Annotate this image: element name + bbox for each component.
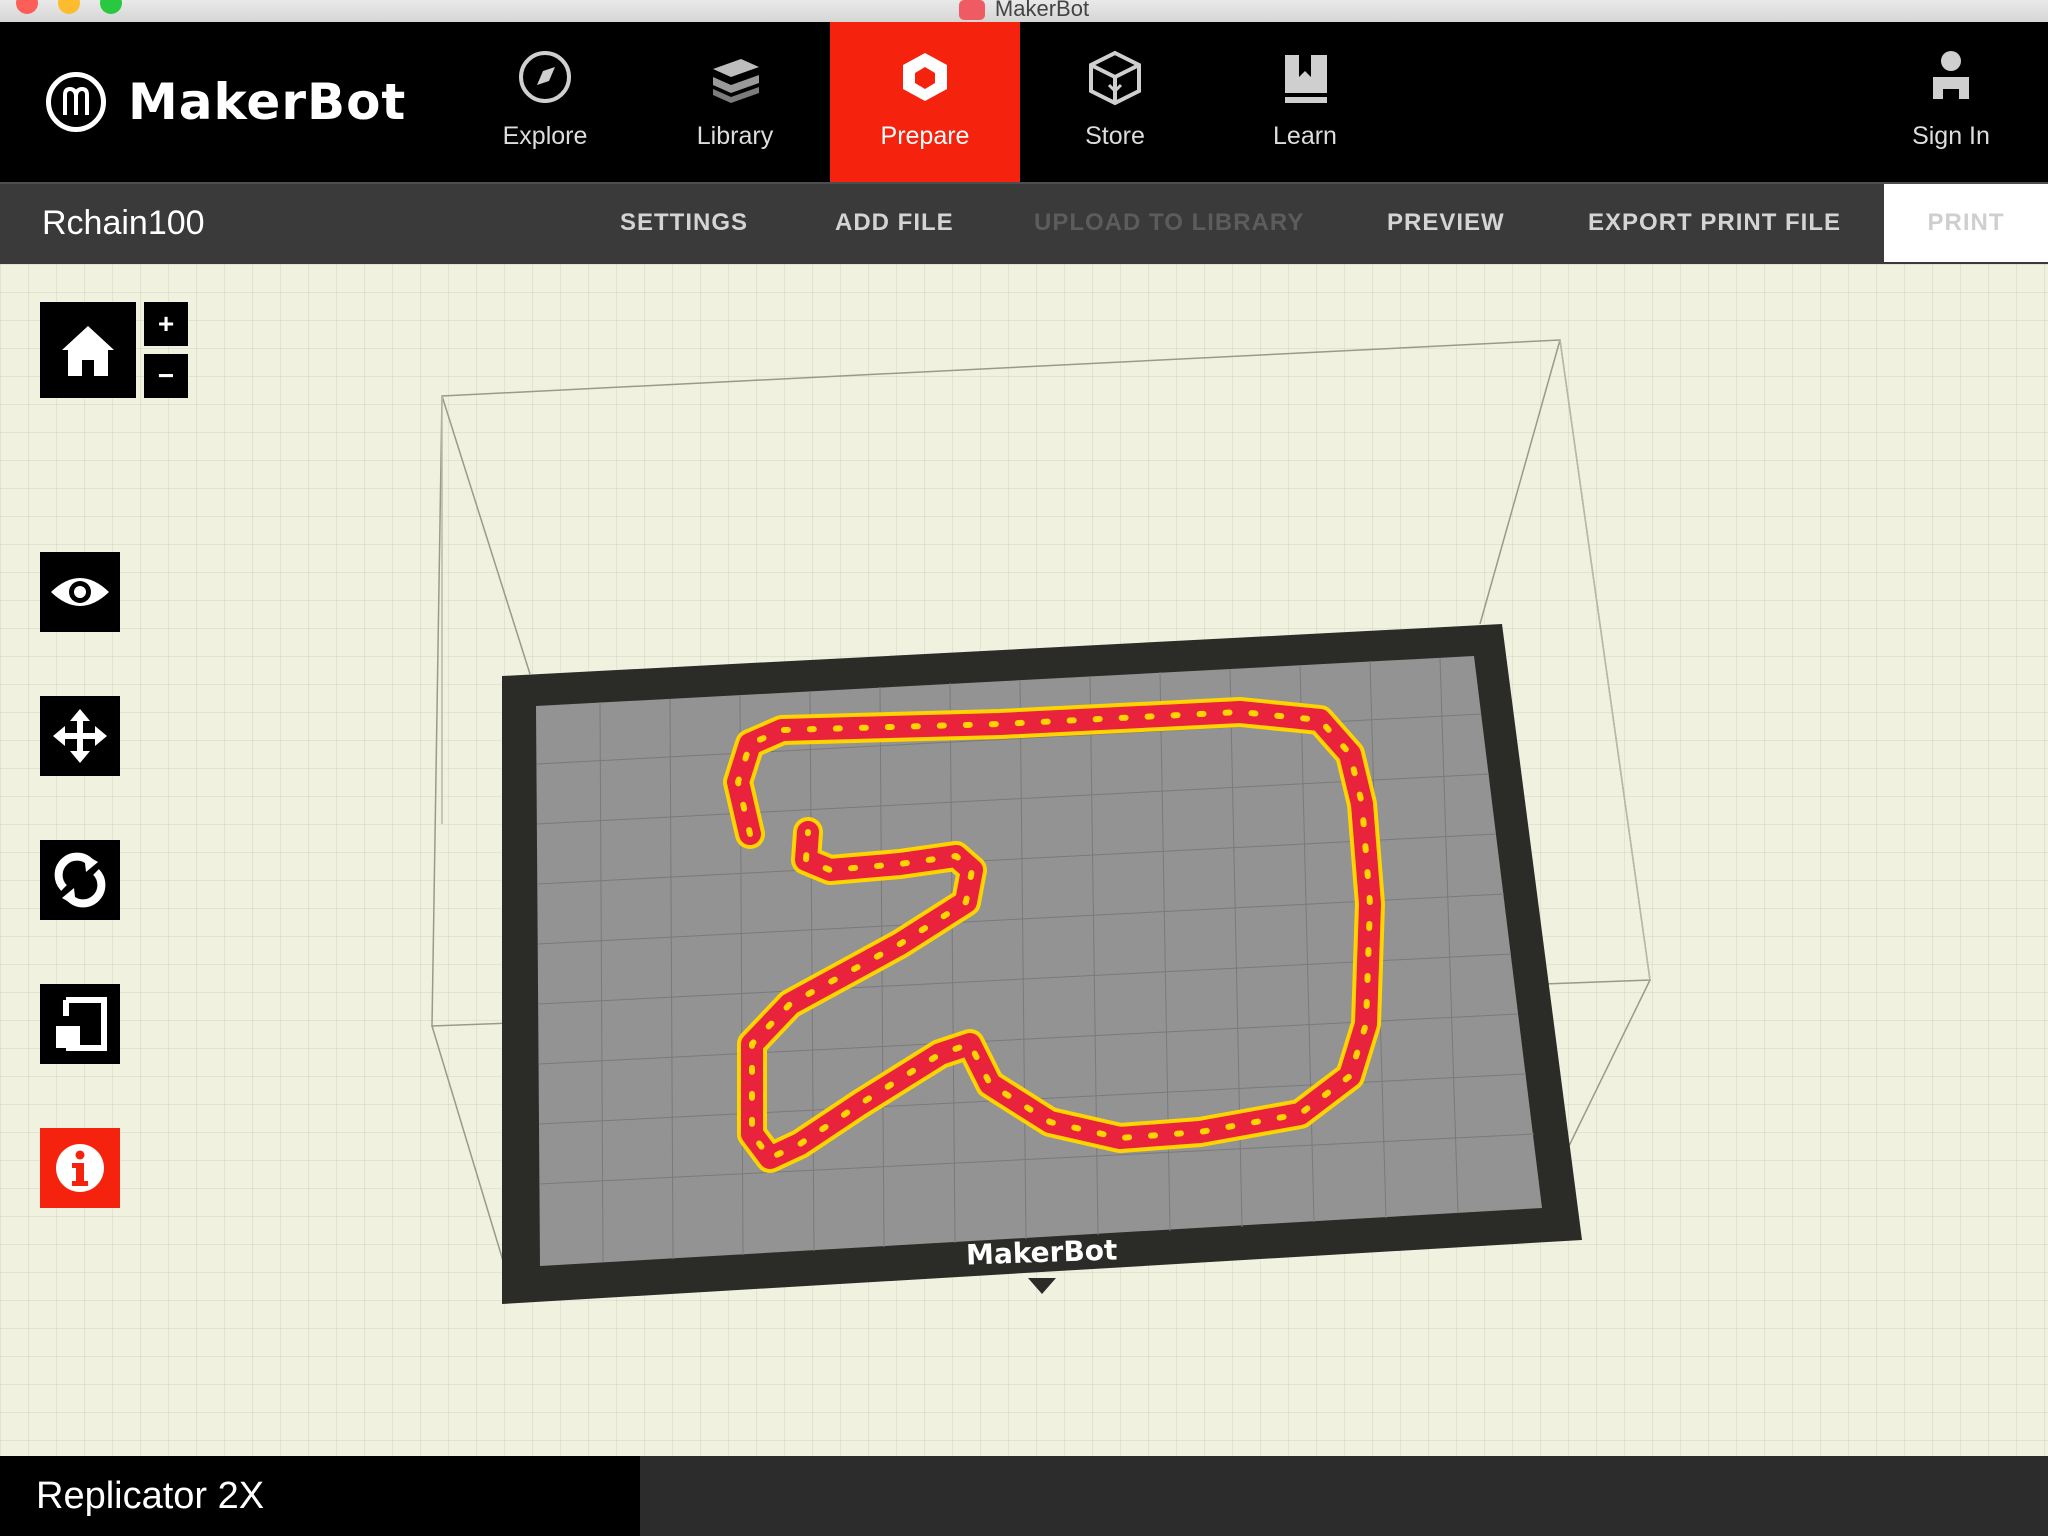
compass-icon bbox=[519, 51, 571, 103]
eye-icon bbox=[51, 578, 109, 606]
build-volume-scene: MakerBot bbox=[431, 339, 1651, 1304]
add-file-button[interactable]: ADD FILE bbox=[835, 209, 954, 237]
printer-name: Replicator 2X bbox=[36, 1474, 265, 1517]
rotate-icon bbox=[54, 852, 106, 908]
main-nav: MakerBot Explore Library Prepare Store L… bbox=[0, 22, 2048, 182]
nav-store[interactable]: Store bbox=[1020, 22, 1210, 182]
printer-selector[interactable]: Replicator 2X bbox=[0, 1456, 640, 1536]
move-tool-button[interactable] bbox=[40, 696, 120, 776]
nav-sign-in[interactable]: Sign In bbox=[1856, 22, 2046, 182]
nav-prepare-label: Prepare bbox=[880, 122, 970, 150]
move-icon bbox=[53, 709, 107, 763]
rotate-tool-button[interactable] bbox=[40, 840, 120, 920]
makerbot-logo-icon bbox=[46, 72, 106, 132]
settings-button[interactable]: SETTINGS bbox=[620, 209, 748, 237]
build-viewport[interactable]: MakerBot + − bbox=[0, 264, 2048, 1456]
project-toolbar: Rchain100 SETTINGS ADD FILE UPLOAD TO LI… bbox=[0, 182, 2048, 266]
build-plate-surface bbox=[536, 656, 1542, 1266]
home-icon bbox=[62, 326, 114, 376]
library-icon bbox=[713, 59, 759, 103]
scale-tool-button[interactable] bbox=[40, 984, 120, 1064]
nav-store-label: Store bbox=[1085, 122, 1145, 150]
view-tool-button[interactable] bbox=[40, 552, 120, 632]
book-icon bbox=[1285, 55, 1327, 103]
nav-sign-in-label: Sign In bbox=[1912, 122, 1990, 150]
upload-to-library-button[interactable]: UPLOAD TO LIBRARY bbox=[1034, 209, 1304, 237]
nav-explore-label: Explore bbox=[502, 122, 588, 150]
preview-button[interactable]: PREVIEW bbox=[1387, 209, 1505, 237]
build-plate-front-marker bbox=[1028, 1278, 1056, 1294]
nav-learn-label: Learn bbox=[1273, 122, 1337, 150]
prepare-icon bbox=[903, 53, 947, 101]
info-icon bbox=[56, 1144, 104, 1192]
nav-prepare[interactable]: Prepare bbox=[830, 22, 1020, 182]
project-name: Rchain100 bbox=[42, 204, 205, 242]
nav-library-label: Library bbox=[696, 122, 774, 150]
export-print-file-button[interactable]: EXPORT PRINT FILE bbox=[1588, 209, 1841, 237]
zoom-out-button[interactable]: − bbox=[144, 354, 188, 398]
zoom-in-button[interactable]: + bbox=[144, 302, 188, 346]
build-plate-brand: MakerBot bbox=[965, 1233, 1117, 1271]
info-button[interactable] bbox=[40, 1128, 120, 1208]
print-button[interactable]: PRINT bbox=[1884, 184, 2048, 262]
store-box-icon bbox=[1089, 50, 1141, 106]
nav-library[interactable]: Library bbox=[640, 22, 830, 182]
user-icon bbox=[1933, 51, 1969, 99]
nav-learn[interactable]: Learn bbox=[1210, 22, 1400, 182]
nav-explore[interactable]: Explore bbox=[450, 22, 640, 182]
window-titlebar: MakerBot bbox=[0, 0, 2048, 23]
scale-icon bbox=[56, 997, 107, 1051]
status-bar: Replicator 2X bbox=[0, 1456, 2048, 1536]
app-icon bbox=[958, 0, 985, 21]
window-title: MakerBot bbox=[0, 0, 2048, 22]
brand-name: MakerBot bbox=[128, 73, 407, 131]
home-view-button[interactable] bbox=[40, 302, 136, 398]
makerbot-logo[interactable]: MakerBot bbox=[46, 72, 406, 132]
